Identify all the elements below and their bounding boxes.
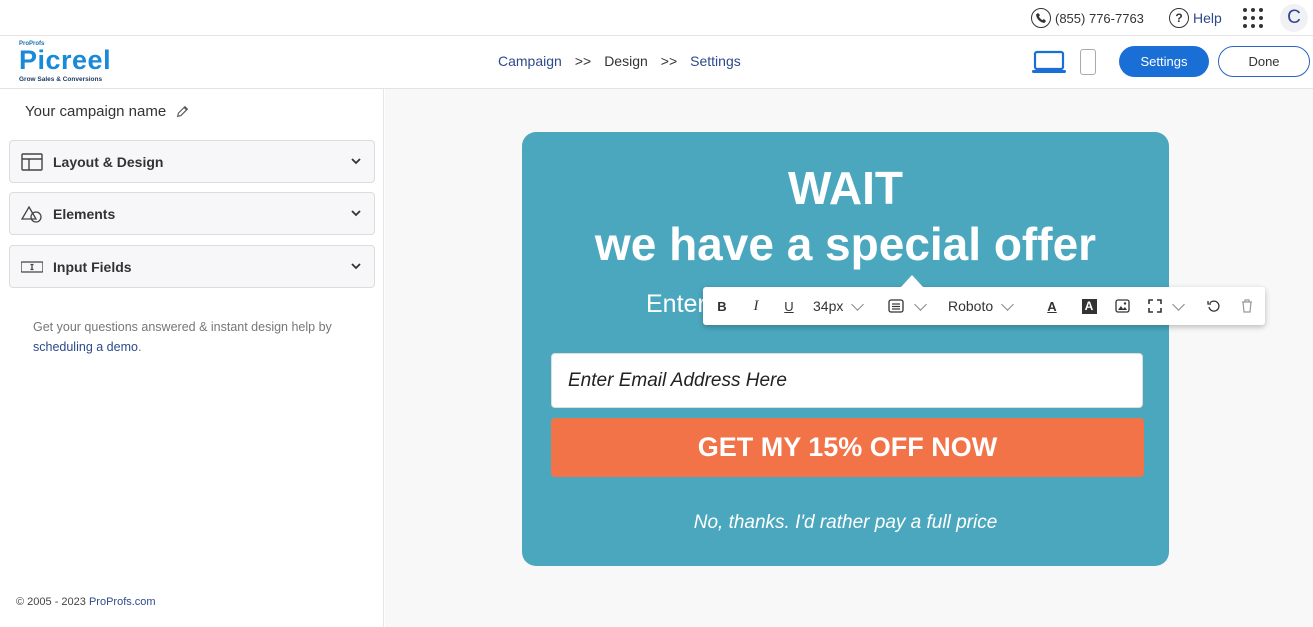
breadcrumb: Campaign >> Design >> Settings [498, 53, 741, 69]
apps-grid-icon[interactable] [1243, 8, 1263, 28]
toolbar-caret [901, 275, 923, 287]
italic-button[interactable]: I [747, 287, 765, 325]
sidebar-help-text: Get your questions answered & instant de… [33, 317, 363, 357]
font-size-select[interactable]: 34px [813, 287, 879, 325]
campaign-name[interactable]: Your campaign name [25, 103, 189, 120]
settings-button[interactable]: Settings [1119, 46, 1209, 77]
input-field-icon [21, 260, 43, 273]
phone-number: (855) 776-7763 [1055, 10, 1144, 26]
spacing-select[interactable] [1148, 287, 1193, 325]
bg-color-glyph: A [1081, 298, 1097, 314]
decline-link[interactable]: No, thanks. I'd rather pay a full price [522, 512, 1169, 534]
text-align-select[interactable] [888, 287, 932, 325]
chevron-down-icon [351, 210, 361, 217]
popup-heading-line1: WAIT [788, 162, 903, 214]
image-icon[interactable] [1113, 287, 1131, 325]
layout-icon [21, 152, 43, 171]
mobile-view-icon[interactable] [1080, 49, 1096, 75]
chevron-down-icon [351, 158, 361, 165]
popup-heading[interactable]: WAIT we have a special offer [522, 160, 1169, 272]
popup-preview[interactable]: WAIT we have a special offer Enter Enter… [522, 132, 1169, 566]
sidebar: Your campaign name Layout & Design Eleme… [0, 89, 384, 627]
help-label: Help [1193, 10, 1222, 26]
proprofs-link[interactable]: ProProfs.com [89, 596, 156, 608]
popup-heading-line2: we have a special offer [594, 218, 1097, 270]
bold-button[interactable]: B [713, 287, 731, 325]
done-button[interactable]: Done [1218, 46, 1310, 77]
pencil-icon[interactable] [176, 105, 189, 118]
reset-icon[interactable] [1205, 287, 1223, 325]
avatar[interactable]: C [1280, 4, 1308, 32]
popup-subheading[interactable]: Enter [646, 290, 706, 319]
logo-name: Picreel [19, 45, 112, 75]
chevron-down-icon [1172, 297, 1185, 311]
chevron-down-icon [351, 263, 361, 270]
accordion-label: Layout & Design [53, 153, 164, 170]
text-color-icon[interactable]: A [1043, 287, 1061, 325]
help-icon: ? [1169, 8, 1189, 28]
chevron-down-icon [1001, 297, 1015, 311]
chevron-down-icon [851, 297, 865, 311]
help-text-suffix: . [137, 340, 142, 354]
chevron-down-icon [914, 297, 927, 311]
help-text-body: Get your questions answered & instant de… [33, 320, 332, 334]
copyright-text: © 2005 - 2023 [16, 596, 86, 608]
accordion-layout-design[interactable]: Layout & Design [9, 140, 375, 183]
app-header: ProProfs Picreel Grow Sales & Conversion… [0, 36, 1313, 89]
delete-icon[interactable] [1238, 287, 1256, 325]
background-color-icon[interactable]: A [1080, 287, 1098, 325]
cta-button[interactable]: GET MY 15% OFF NOW [551, 418, 1144, 477]
fullscreen-icon [1148, 299, 1162, 313]
campaign-name-label: Your campaign name [25, 103, 167, 120]
breadcrumb-separator: >> [660, 53, 678, 69]
breadcrumb-separator: >> [574, 53, 592, 69]
phone-icon [1031, 8, 1051, 28]
picreel-logo[interactable]: ProProfs Picreel Grow Sales & Conversion… [19, 41, 124, 85]
breadcrumb-settings[interactable]: Settings [690, 53, 741, 69]
accordion-elements[interactable]: Elements [9, 192, 375, 235]
logo-tagline: Grow Sales & Conversions [19, 76, 103, 83]
breadcrumb-campaign[interactable]: Campaign [498, 53, 562, 69]
schedule-demo-link[interactable]: scheduling a demo [33, 340, 138, 354]
email-input[interactable]: Enter Email Address Here [551, 353, 1143, 408]
font-family-value: Roboto [948, 298, 994, 314]
accordion-input-fields[interactable]: Input Fields [9, 245, 375, 288]
font-size-value: 34px [813, 298, 844, 314]
underline-button[interactable]: U [780, 287, 798, 325]
shapes-icon [21, 205, 42, 223]
help-link[interactable]: ? Help [1169, 8, 1222, 28]
align-icon [888, 299, 904, 313]
font-family-select[interactable]: Roboto [948, 287, 1023, 325]
desktop-view-icon[interactable] [1032, 50, 1066, 74]
phone-contact[interactable]: (855) 776-7763 [1031, 8, 1144, 28]
accordion-label: Elements [53, 205, 116, 222]
accordion-label: Input Fields [53, 258, 132, 275]
text-format-toolbar: B I U 34px Roboto A A [703, 275, 1265, 325]
breadcrumb-design[interactable]: Design [604, 53, 648, 69]
top-utility-bar: (855) 776-7763 ? Help C [0, 0, 1313, 36]
footer: © 2005 - 2023 ProProfs.com [16, 596, 156, 608]
